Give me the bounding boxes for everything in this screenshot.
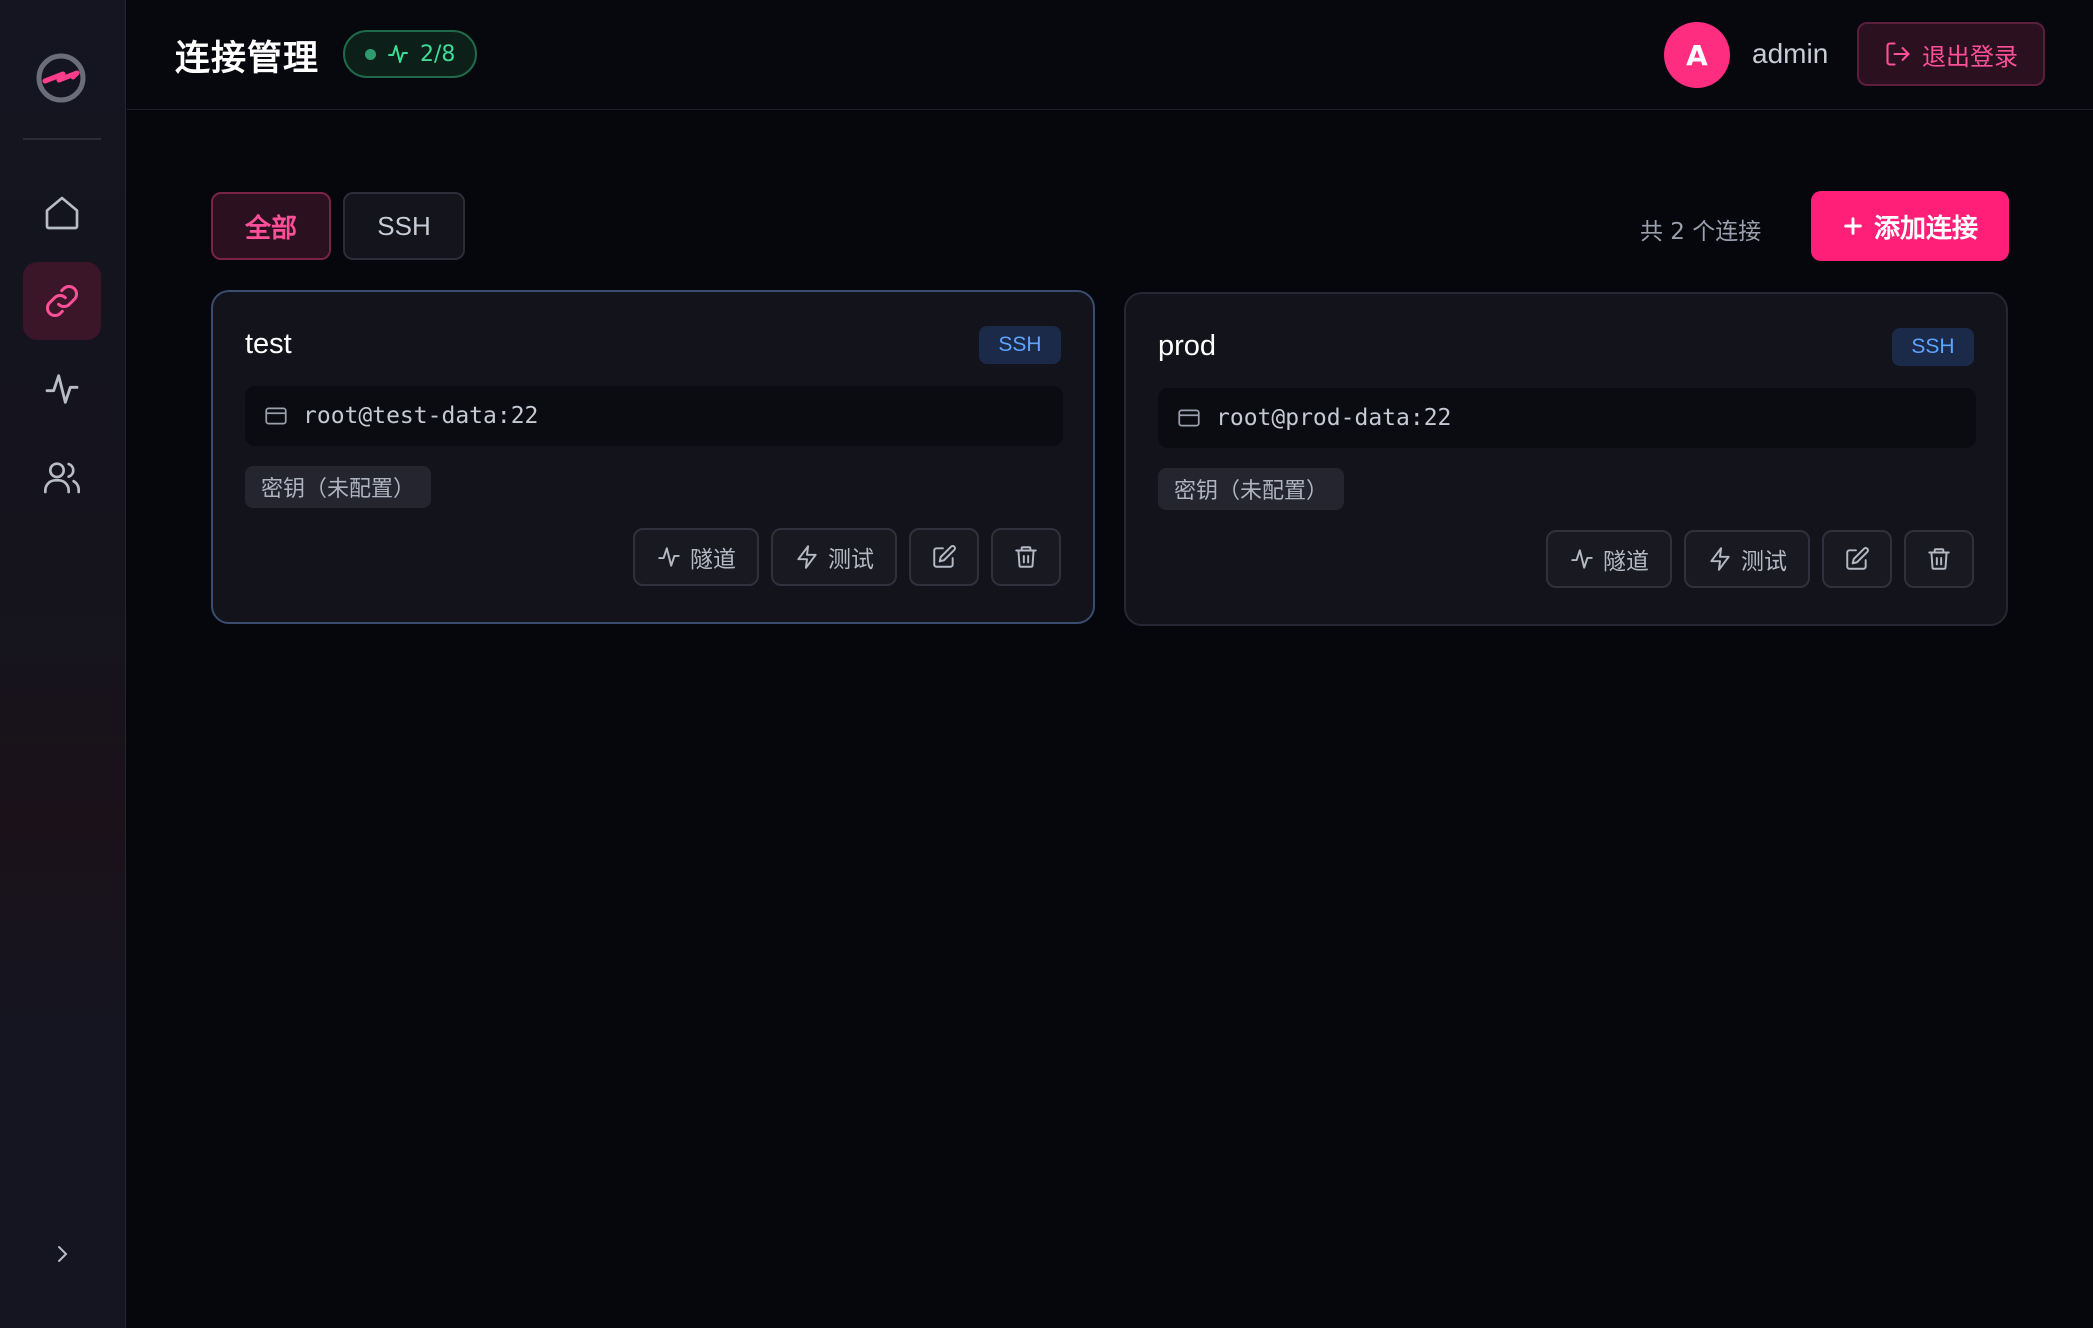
sidebar-expand-button[interactable] [44,1236,80,1272]
connection-name: prod [1158,330,1217,362]
connection-card[interactable]: prod SSH root@prod-data:22 密钥（未配置） 隧道 测试 [1124,292,2008,626]
activity-icon [658,547,680,567]
trash-icon [1928,548,1950,570]
sidebar-item-monitor[interactable] [23,350,101,428]
tunnel-button[interactable]: 隧道 [1546,530,1672,588]
logout-icon [1886,42,1910,66]
tab-ssh[interactable]: SSH [343,192,465,260]
tunnel-button[interactable]: 隧道 [633,528,759,586]
sidebar-item-users[interactable] [23,438,101,516]
connection-address: root@test-data:22 [245,386,1063,446]
delete-button[interactable] [1904,530,1974,588]
logout-button[interactable]: 退出登录 [1857,22,2045,86]
server-icon [1178,409,1200,427]
connection-address: root@prod-data:22 [1158,388,1976,448]
page-title: 连接管理 [175,39,320,79]
server-icon [265,407,287,425]
card-actions: 隧道 测试 [633,528,1061,586]
connection-card[interactable]: test SSH root@test-data:22 密钥（未配置） 隧道 测试 [211,290,1095,624]
logo-icon [36,53,86,103]
sidebar-divider [23,138,101,140]
test-button[interactable]: 测试 [771,528,897,586]
avatar[interactable]: A [1664,22,1730,88]
edit-button[interactable] [1822,530,1892,588]
card-actions: 隧道 测试 [1546,530,1974,588]
top-header: 连接管理 2/8 A admin 退出登录 [127,0,2093,110]
delete-button[interactable] [991,528,1061,586]
address-text: root@test-data:22 [303,403,539,429]
status-count: 2/8 [420,41,456,67]
users-icon [44,462,80,494]
connection-count: 共 2 个连接 [1640,219,1762,245]
tunnel-label: 隧道 [690,547,736,573]
app-root: 连接管理 2/8 A admin 退出登录 全部 SSH 共 2 个连接 添加连… [0,0,2093,1328]
status-badge: 2/8 [343,30,478,78]
app-logo[interactable] [33,50,89,106]
sidebar-item-home[interactable] [23,174,101,252]
add-connection-button[interactable]: 添加连接 [1811,191,2009,261]
lightning-icon [1710,547,1730,571]
link-icon [45,284,79,318]
address-text: root@prod-data:22 [1216,405,1452,431]
trash-icon [1015,546,1037,568]
username: admin [1752,38,1829,69]
status-dot [365,48,376,60]
lightning-icon [797,545,817,569]
connection-type-badge: SSH [979,326,1061,364]
edit-icon [1846,547,1869,570]
sidebar [0,0,126,1328]
add-connection-label: 添加连接 [1873,213,1978,244]
edit-icon [933,545,956,568]
test-label: 测试 [1741,549,1787,575]
activity-icon [45,374,79,404]
activity-icon [388,45,408,63]
sidebar-item-connections[interactable] [23,262,101,340]
tab-all[interactable]: 全部 [211,192,331,260]
chevron-right-icon [58,1246,68,1262]
auth-tag: 密钥（未配置） [245,466,432,508]
connection-type-badge: SSH [1892,328,1974,366]
test-label: 测试 [828,547,874,573]
plus-icon [1844,217,1862,235]
tunnel-label: 隧道 [1603,549,1649,575]
logout-label: 退出登录 [1922,42,2018,71]
auth-tag: 密钥（未配置） [1158,468,1345,510]
edit-button[interactable] [909,528,979,586]
test-button[interactable]: 测试 [1684,530,1810,588]
activity-icon [1571,549,1593,569]
home-icon [45,196,79,230]
connection-name: test [245,328,292,360]
